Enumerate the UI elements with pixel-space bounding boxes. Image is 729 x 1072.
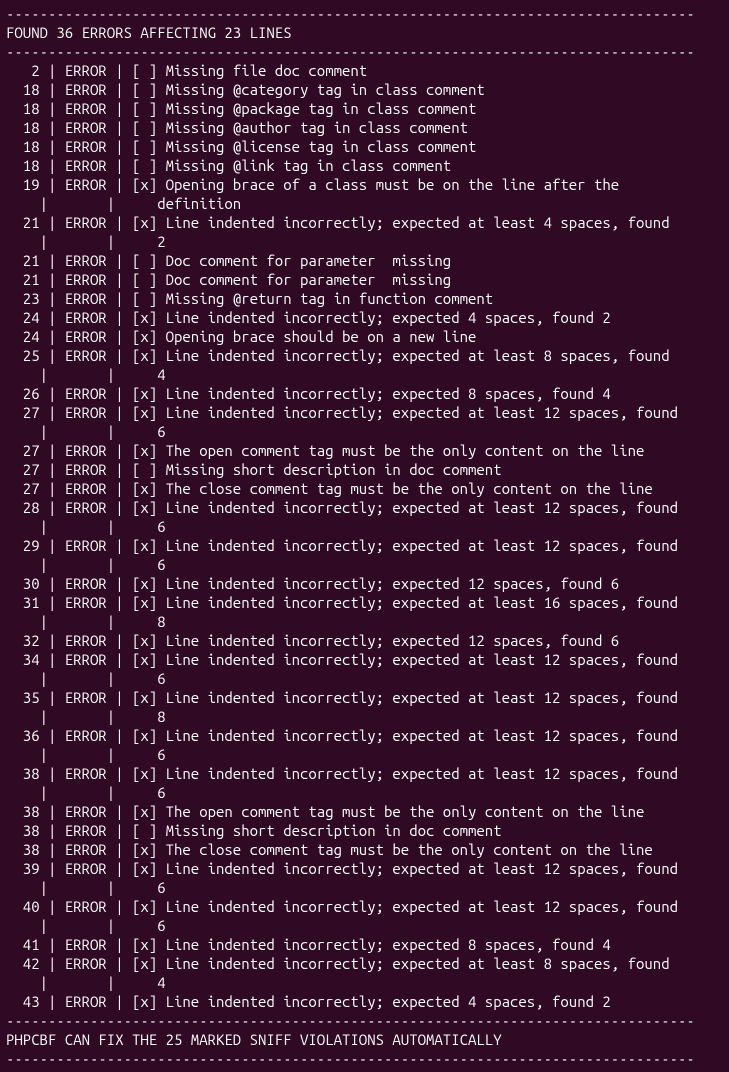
terminal-output: ----------------------------------------… [0,0,729,1072]
